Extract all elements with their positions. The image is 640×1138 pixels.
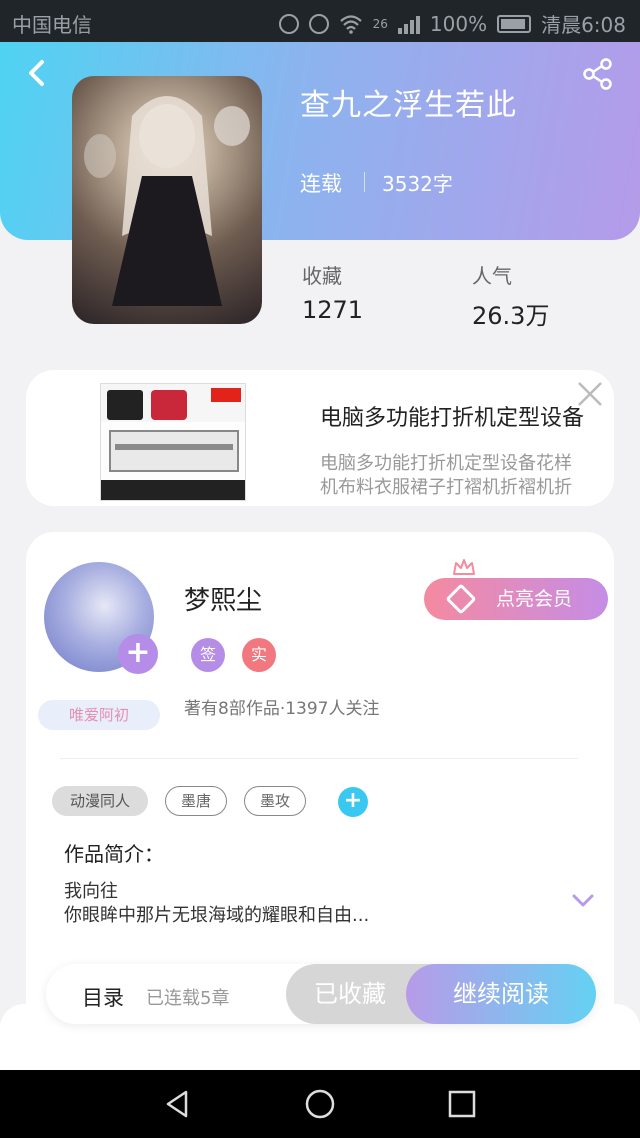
divider bbox=[60, 758, 578, 759]
intro-label: 作品简介： bbox=[64, 842, 164, 866]
status-divider bbox=[364, 172, 365, 192]
ad-banner[interactable]: 电脑多功能打折机定型设备 电脑多功能打折机定型设备花样 机布料衣服裙子打褶机折褶… bbox=[26, 370, 614, 506]
ad-description: 电脑多功能打折机定型设备花样 机布料衣服裙子打褶机折褶机折 bbox=[320, 452, 614, 500]
diamond-icon bbox=[445, 583, 477, 615]
add-tag-button[interactable]: + bbox=[338, 787, 368, 817]
nav-recents-icon[interactable] bbox=[446, 1088, 478, 1120]
system-nav-bar bbox=[0, 1070, 640, 1138]
share-icon bbox=[583, 58, 612, 90]
tag-chip-2[interactable]: 墨攻 bbox=[244, 786, 306, 816]
share-button[interactable] bbox=[580, 56, 616, 92]
follow-author-button[interactable]: + bbox=[118, 634, 158, 674]
fan-badge: 唯爱阿初 bbox=[38, 700, 160, 730]
tag-chip-1[interactable]: 墨唐 bbox=[165, 786, 227, 816]
nav-back-icon[interactable] bbox=[162, 1088, 194, 1120]
continue-reading-button[interactable]: 继续阅读 bbox=[406, 964, 596, 1024]
book-status: 连载 bbox=[300, 172, 342, 196]
clock: 清晨6:08 bbox=[541, 13, 626, 37]
mute-icon bbox=[278, 13, 299, 34]
nav-home-icon[interactable] bbox=[304, 1088, 336, 1120]
vip-button-label: 点亮会员 bbox=[496, 588, 573, 610]
tag-chip-0[interactable]: 动漫同人 bbox=[52, 786, 148, 816]
intro-text: 我向往 你眼眸中那片无垠海域的耀眼和自由... bbox=[64, 880, 369, 928]
intro-line1: 我向往 bbox=[64, 881, 118, 902]
alarm-icon bbox=[308, 13, 329, 34]
back-arrow-icon bbox=[29, 60, 44, 86]
book-cover-image[interactable] bbox=[72, 76, 262, 324]
status-bar: 中国电信 26 100% 清晨6:08 bbox=[0, 0, 640, 42]
chapters-count: 已连载5章 bbox=[146, 988, 230, 1009]
popularity-label: 人气 bbox=[472, 264, 512, 288]
crown-icon bbox=[453, 559, 475, 575]
toc-button[interactable]: 目录 bbox=[82, 982, 124, 1012]
cover-artwork bbox=[84, 96, 250, 306]
signal-icon bbox=[397, 14, 420, 34]
network-type: 26 bbox=[372, 16, 388, 31]
intro-line2: 你眼眸中那片无垠海域的耀眼和自由... bbox=[64, 905, 370, 926]
ad-description-line2: 机布料衣服裙子打褶机折褶机折 bbox=[320, 477, 572, 498]
book-title: 查九之浮生若此 bbox=[300, 88, 517, 123]
ad-description-line1: 电脑多功能打折机定型设备花样 bbox=[320, 453, 572, 474]
carrier-label: 中国电信 bbox=[12, 13, 92, 37]
popularity-count: 26.3万 bbox=[472, 302, 550, 330]
chevron-down-icon[interactable] bbox=[570, 892, 596, 910]
signed-badge: 签 bbox=[191, 638, 225, 672]
favorites-label: 收藏 bbox=[302, 264, 342, 288]
wifi-icon bbox=[339, 14, 362, 34]
ad-image bbox=[100, 383, 246, 501]
author-name[interactable]: 梦熙尘 bbox=[184, 580, 262, 617]
favorites-count: 1271 bbox=[302, 296, 364, 324]
vip-button[interactable]: 点亮会员 bbox=[424, 578, 608, 620]
author-stats: 著有8部作品·1397人关注 bbox=[184, 699, 380, 719]
ad-title: 电脑多功能打折机定型设备 bbox=[320, 406, 585, 431]
battery-icon bbox=[497, 14, 532, 33]
battery-percent: 100% bbox=[429, 11, 488, 36]
word-count: 3532字 bbox=[382, 172, 453, 196]
back-button[interactable] bbox=[22, 58, 52, 88]
verified-badge: 实 bbox=[242, 638, 276, 672]
